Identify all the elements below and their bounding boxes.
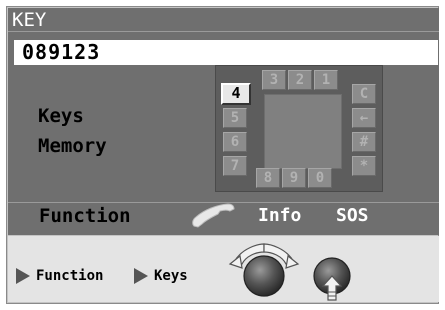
hint-function: Function xyxy=(16,268,103,284)
key-9[interactable]: 9 xyxy=(282,168,306,188)
key-clear[interactable]: C xyxy=(352,84,376,104)
play-arrow-icon xyxy=(16,268,30,284)
rotary-knob-icon[interactable] xyxy=(228,240,300,300)
keypad-panel: 3 2 1 4 5 6 7 8 9 0 C ← # * xyxy=(215,65,383,192)
push-button-icon[interactable] xyxy=(312,256,352,304)
key-1[interactable]: 1 xyxy=(314,70,338,90)
key-6[interactable]: 6 xyxy=(223,132,247,152)
key-2[interactable]: 2 xyxy=(288,70,312,90)
hint-keys: Keys xyxy=(134,268,188,284)
key-hash[interactable]: # xyxy=(352,132,376,152)
info-label[interactable]: Info xyxy=(258,205,301,226)
sos-label[interactable]: SOS xyxy=(336,205,369,226)
keypad-center xyxy=(264,94,342,169)
function-label[interactable]: Function xyxy=(39,205,131,227)
menu-item-keys[interactable]: Keys xyxy=(38,105,84,127)
key-0[interactable]: 0 xyxy=(308,168,332,188)
menu-item-memory[interactable]: Memory xyxy=(38,135,107,157)
hint-function-label: Function xyxy=(36,268,104,284)
key-star[interactable]: * xyxy=(352,156,376,176)
key-5[interactable]: 5 xyxy=(223,108,247,128)
key-8[interactable]: 8 xyxy=(256,168,280,188)
number-entry-field[interactable]: 089123 xyxy=(14,40,438,65)
screen-title: KEY xyxy=(8,8,439,32)
key-7[interactable]: 7 xyxy=(223,156,247,176)
play-arrow-icon xyxy=(134,268,148,284)
key-backspace[interactable]: ← xyxy=(352,108,376,128)
key-4[interactable]: 4 xyxy=(221,83,251,105)
phone-icon[interactable] xyxy=(190,202,236,228)
hint-keys-label: Keys xyxy=(154,268,188,284)
key-3[interactable]: 3 xyxy=(262,70,286,90)
